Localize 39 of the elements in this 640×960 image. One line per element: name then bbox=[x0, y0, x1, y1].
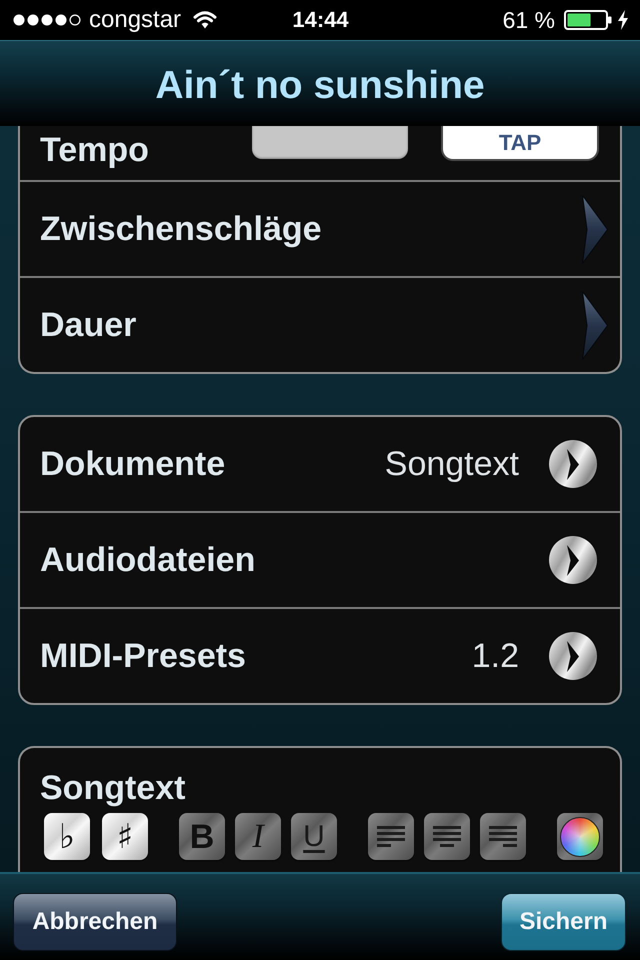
setting-label: Tempo bbox=[40, 131, 149, 169]
italic-button[interactable]: I bbox=[235, 813, 281, 860]
section-title: Songtext bbox=[39, 769, 186, 807]
setting-label: Zwischenschläge bbox=[40, 210, 322, 248]
sharp-button[interactable]: ♯ bbox=[102, 813, 148, 860]
setting-label: Dokumente bbox=[40, 445, 226, 483]
setting-label: Audiodateien bbox=[40, 541, 256, 579]
cancel-button[interactable]: Abbrechen bbox=[13, 893, 177, 951]
align-left-button[interactable] bbox=[368, 813, 414, 860]
bold-button[interactable]: B bbox=[179, 813, 225, 860]
setting-value: 1.2 bbox=[472, 637, 519, 675]
tap-button[interactable]: TAP bbox=[441, 126, 599, 161]
carrier-name: congstar bbox=[89, 6, 182, 34]
wifi-icon bbox=[193, 11, 218, 29]
chevron-icon[interactable] bbox=[582, 194, 608, 264]
battery-icon bbox=[564, 10, 612, 30]
align-center-icon bbox=[433, 826, 461, 847]
align-right-icon bbox=[489, 826, 517, 847]
underline-button[interactable]: U bbox=[291, 813, 337, 860]
setting-label: MIDI-Presets bbox=[40, 637, 246, 675]
align-center-button[interactable] bbox=[424, 813, 470, 860]
signal-icon bbox=[13, 14, 81, 26]
align-right-button[interactable] bbox=[480, 813, 526, 860]
tempo-field[interactable] bbox=[252, 126, 408, 159]
clock-time: 14:44 bbox=[292, 6, 349, 34]
battery-percent: 61 % bbox=[502, 6, 555, 34]
charging-icon bbox=[618, 10, 628, 30]
color-wheel-icon bbox=[560, 816, 600, 856]
save-button[interactable]: Sichern bbox=[501, 893, 626, 951]
disclosure-icon[interactable] bbox=[549, 440, 597, 488]
color-button[interactable] bbox=[557, 813, 603, 860]
setting-value: Songtext bbox=[384, 445, 519, 483]
disclosure-icon[interactable] bbox=[549, 632, 597, 680]
align-left-icon bbox=[377, 826, 405, 847]
flat-button[interactable]: ♭ bbox=[44, 813, 90, 860]
disclosure-icon[interactable] bbox=[549, 536, 597, 584]
chevron-icon[interactable] bbox=[582, 290, 608, 360]
screen-title: Ain´t no sunshine bbox=[155, 64, 485, 108]
setting-label: Dauer bbox=[40, 306, 136, 344]
